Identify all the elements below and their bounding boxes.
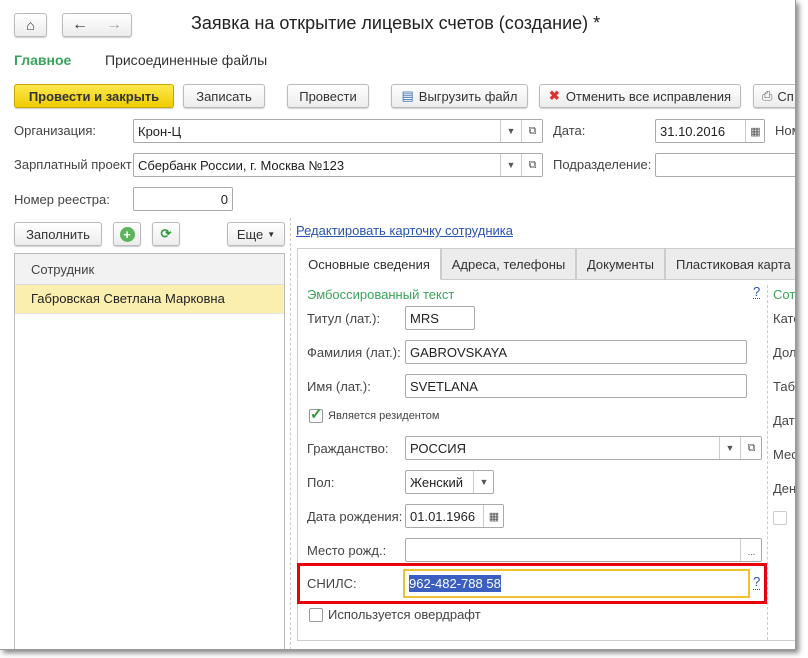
column-header-employee[interactable]: Сотрудник bbox=[15, 254, 284, 285]
section-main[interactable]: Главное bbox=[14, 52, 71, 68]
citizenship-label: Гражданство: bbox=[307, 441, 389, 456]
number-label: Ном bbox=[775, 123, 795, 138]
forward-button[interactable]: → bbox=[106, 16, 122, 34]
save-button[interactable]: Записать bbox=[183, 84, 265, 108]
home-icon: ⌂ bbox=[26, 17, 35, 33]
gender-label: Пол: bbox=[307, 475, 335, 490]
help-icon[interactable]: ? bbox=[753, 285, 761, 299]
history-nav: ← → bbox=[62, 13, 132, 37]
back-button[interactable]: ← bbox=[72, 16, 88, 34]
calendar-icon[interactable]: ▦ bbox=[483, 505, 503, 527]
right-label-place: Мес bbox=[773, 447, 796, 462]
employee-table: Сотрудник Габровская Светлана Марковна bbox=[14, 253, 285, 649]
right-label-date: Дата bbox=[773, 413, 795, 428]
name-field[interactable]: SVETLANA bbox=[405, 374, 747, 398]
more-label: Еще bbox=[236, 226, 264, 242]
project-value: Сбербанк России, г. Москва №123 bbox=[138, 157, 345, 173]
right-label-money: Ден bbox=[773, 481, 796, 496]
chevron-down-icon: ▼ bbox=[267, 229, 276, 239]
right-label-tabnum: Табе bbox=[773, 379, 795, 394]
birthplace-field[interactable]: ... bbox=[405, 538, 762, 562]
surname-field[interactable]: GABROVSKAYA bbox=[405, 340, 747, 364]
dropdown-arrow-icon[interactable]: ▼ bbox=[473, 471, 493, 493]
tab-documents[interactable]: Документы bbox=[576, 248, 665, 280]
birthdate-label: Дата рождения: bbox=[307, 509, 403, 524]
open-icon[interactable]: ⧉ bbox=[521, 154, 542, 176]
date-label: Дата: bbox=[553, 123, 586, 138]
project-label: Зарплатный проект: bbox=[14, 157, 136, 172]
birthdate-value: 01.01.1966 bbox=[410, 508, 476, 524]
right-checkbox[interactable] bbox=[773, 511, 787, 525]
snils-field[interactable]: 962-482-788 58 bbox=[403, 569, 750, 598]
checkmark-icon: ✓ bbox=[310, 406, 323, 423]
post-button[interactable]: Провести bbox=[287, 84, 369, 108]
tab-plastic-card[interactable]: Пластиковая карта bbox=[665, 248, 795, 280]
section-attached-files[interactable]: Присоединенные файлы bbox=[105, 52, 267, 68]
document-window: ⌂ ← → Заявка на открытие лицевых счетов … bbox=[0, 0, 796, 650]
overdraft-checkbox[interactable] bbox=[309, 608, 323, 622]
floppy-export-icon: ▤ bbox=[401, 88, 414, 103]
right-label-category: Кате bbox=[773, 311, 795, 326]
post-and-close-button[interactable]: Провести и закрыть bbox=[14, 84, 174, 108]
tab-addresses[interactable]: Адреса, телефоны bbox=[441, 248, 576, 280]
gender-value: Женский bbox=[410, 474, 463, 490]
gender-select[interactable]: Женский ▼ bbox=[405, 470, 494, 494]
right-label-position: Дол bbox=[773, 345, 796, 360]
printer-icon: ⎙ bbox=[762, 88, 773, 103]
calendar-icon[interactable]: ▦ bbox=[745, 120, 764, 142]
export-file-button[interactable]: ▤ Выгрузить файл bbox=[391, 84, 528, 108]
open-icon[interactable]: ⧉ bbox=[521, 120, 542, 142]
edit-employee-link[interactable]: Редактировать карточку сотрудника bbox=[296, 223, 513, 238]
snils-label: СНИЛС: bbox=[307, 576, 357, 591]
division-field[interactable] bbox=[655, 153, 795, 177]
refresh-button[interactable]: ⟳ bbox=[152, 222, 180, 246]
birthplace-label: Место рожд.: bbox=[307, 543, 387, 558]
registry-field[interactable]: 0 bbox=[133, 187, 233, 211]
resident-label: Является резидентом bbox=[328, 410, 440, 422]
select-button[interactable]: ... bbox=[740, 539, 761, 561]
splitter[interactable] bbox=[290, 218, 291, 649]
tab-main-info[interactable]: Основные сведения bbox=[297, 248, 441, 280]
title-label: Титул (лат.): bbox=[307, 311, 381, 326]
snils-value: 962-482-788 58 bbox=[409, 575, 501, 592]
dropdown-arrow-icon[interactable]: ▼ bbox=[500, 154, 521, 176]
org-label: Организация: bbox=[14, 123, 97, 138]
dropdown-arrow-icon[interactable]: ▼ bbox=[500, 120, 521, 142]
column-divider bbox=[767, 285, 768, 640]
title-field[interactable]: MRS bbox=[405, 306, 475, 330]
embossed-section-title: Эмбоссированный текст bbox=[307, 287, 455, 302]
date-value: 31.10.2016 bbox=[660, 123, 726, 139]
refresh-icon: ⟳ bbox=[160, 226, 172, 241]
registry-label: Номер реестра: bbox=[14, 192, 110, 207]
cancel-fixes-label: Отменить все исправления bbox=[565, 88, 732, 104]
page-title: Заявка на открытие лицевых счетов (созда… bbox=[191, 13, 601, 33]
project-field[interactable]: Сбербанк России, г. Москва №123 ▼ ⧉ bbox=[133, 153, 543, 177]
org-field[interactable]: Крон-Ц ▼ ⧉ bbox=[133, 119, 543, 143]
division-label: Подразделение: bbox=[553, 157, 652, 172]
resident-checkbox[interactable]: ✓ bbox=[309, 406, 323, 423]
name-label: Имя (лат.): bbox=[307, 379, 371, 394]
date-field[interactable]: 31.10.2016 ▦ bbox=[655, 119, 765, 143]
red-x-icon: ✖ bbox=[548, 88, 560, 103]
print-label: Сп bbox=[777, 88, 794, 104]
open-icon[interactable]: ⧉ bbox=[740, 437, 761, 459]
surname-label: Фамилия (лат.): bbox=[307, 345, 401, 360]
home-button[interactable]: ⌂ bbox=[14, 13, 47, 37]
birthdate-field[interactable]: 01.01.1966 ▦ bbox=[405, 504, 504, 528]
overdraft-label: Используется овердрафт bbox=[328, 607, 481, 622]
more-button[interactable]: Еще ▼ bbox=[227, 222, 285, 246]
citizenship-field[interactable]: РОССИЯ ▼ ⧉ bbox=[405, 436, 762, 460]
snils-help-icon[interactable]: ? bbox=[753, 574, 761, 590]
citizenship-value: РОССИЯ bbox=[410, 440, 467, 456]
fill-button[interactable]: Заполнить bbox=[14, 222, 102, 246]
plus-circle-icon: + bbox=[119, 226, 135, 242]
add-button[interactable]: + bbox=[113, 222, 141, 246]
cancel-fixes-button[interactable]: ✖ Отменить все исправления bbox=[539, 84, 741, 108]
dropdown-arrow-icon[interactable]: ▼ bbox=[719, 437, 740, 459]
org-value: Крон-Ц bbox=[138, 123, 182, 139]
export-file-label: Выгрузить файл bbox=[418, 88, 518, 104]
right-section-title: Сотр bbox=[773, 287, 796, 302]
print-button[interactable]: ⎙ Сп bbox=[753, 84, 795, 108]
table-row[interactable]: Габровская Светлана Марковна bbox=[15, 285, 284, 314]
